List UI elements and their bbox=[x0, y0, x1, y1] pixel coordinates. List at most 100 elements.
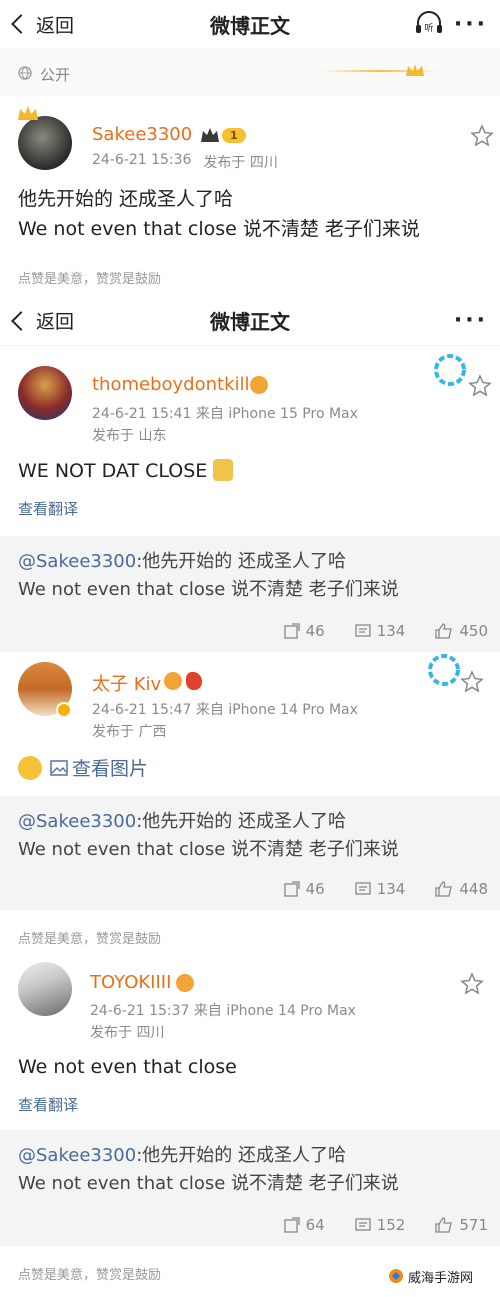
quote-line-2: We not even that close 说不清楚 老子们来说 bbox=[18, 579, 399, 600]
comment-count: 134 bbox=[376, 622, 406, 640]
headphone-icon: 听 bbox=[416, 11, 442, 34]
back-button[interactable]: 返回 bbox=[11, 11, 75, 38]
watermark-logo-icon bbox=[389, 1269, 403, 1283]
comment-footer-note: 点赞是美意，赞赏是鼓励 bbox=[18, 1268, 162, 1283]
like-button[interactable]: 571 bbox=[435, 1216, 488, 1234]
comment-button[interactable]: 134 bbox=[355, 622, 406, 640]
stats-bar: 46 134 450 bbox=[283, 622, 488, 640]
quote-line-2: We not even that close 说不清楚 老子们来说 bbox=[18, 839, 399, 860]
avatar[interactable] bbox=[18, 962, 72, 1016]
member-icon bbox=[164, 672, 182, 690]
watermark-text: 威海手游网 bbox=[408, 1270, 474, 1286]
crown-icon bbox=[406, 64, 424, 76]
quote-text: :他先开始的 还成圣人了哈 bbox=[136, 551, 346, 572]
comment-count: 134 bbox=[376, 880, 406, 898]
like-count: 571 bbox=[459, 1216, 488, 1234]
quote-line-1: @Sakee3300:他先开始的 还成圣人了哈 bbox=[18, 808, 346, 836]
star-icon[interactable] bbox=[468, 374, 492, 398]
visibility-label: 公开 bbox=[40, 66, 71, 84]
translate-link[interactable]: 查看翻译 bbox=[18, 498, 78, 519]
more-options-icon[interactable]: ··· bbox=[454, 308, 488, 333]
post-location: 发布于 四川 bbox=[203, 155, 278, 171]
translate-link[interactable]: 查看翻译 bbox=[18, 1094, 78, 1115]
flame-icon bbox=[186, 672, 202, 690]
quote-line-2: We not even that close 说不清楚 老子们来说 bbox=[18, 1173, 399, 1194]
comment-icon bbox=[355, 624, 371, 637]
avatar[interactable] bbox=[18, 366, 72, 420]
member-icon bbox=[250, 376, 268, 394]
decor-ring-icon bbox=[428, 654, 460, 686]
mention-link[interactable]: @Sakee3300 bbox=[18, 811, 136, 832]
thumbs-up-icon bbox=[435, 1217, 453, 1233]
mention-link[interactable]: @Sakee3300 bbox=[18, 1145, 136, 1166]
view-image-link[interactable]: 查看图片 bbox=[50, 754, 148, 781]
star-icon[interactable] bbox=[460, 972, 484, 996]
visibility-row: 公开 bbox=[0, 48, 500, 96]
comment-text: We not even that close bbox=[18, 1056, 237, 1078]
username[interactable]: 太子 Kiv bbox=[92, 670, 161, 696]
quoted-post[interactable]: @Sakee3300:他先开始的 还成圣人了哈 We not even that… bbox=[0, 796, 500, 910]
stats-bar: 46 134 448 bbox=[283, 880, 488, 898]
star-icon[interactable] bbox=[460, 670, 484, 694]
quote-line-1: @Sakee3300:他先开始的 还成圣人了哈 bbox=[18, 548, 346, 576]
comment-footer-note: 点赞是美意，赞赏是鼓励 bbox=[18, 932, 162, 947]
second-nav-bar: 返回 微博正文 ··· bbox=[0, 296, 500, 346]
quote-text: :他先开始的 还成圣人了哈 bbox=[136, 1145, 346, 1166]
repost-count: 64 bbox=[305, 1216, 325, 1234]
comment-location: 发布于 四川 bbox=[90, 1025, 165, 1041]
globe-icon bbox=[18, 66, 32, 80]
quote-text: :他先开始的 还成圣人了哈 bbox=[136, 811, 346, 832]
back-button-2[interactable]: 返回 bbox=[11, 307, 75, 334]
like-button[interactable]: 448 bbox=[435, 880, 488, 898]
top-nav-bar: 返回 微博正文 听 ··· bbox=[0, 0, 500, 48]
repost-button[interactable]: 64 bbox=[283, 1216, 325, 1234]
post-text-line-2: We not even that close 说不清楚 老子们来说 bbox=[18, 218, 420, 240]
verified-badge-icon bbox=[56, 702, 72, 718]
post-footer-note: 点赞是美意，赞赏是鼓励 bbox=[18, 272, 162, 287]
quoted-post[interactable]: @Sakee3300:他先开始的 还成圣人了哈 We not even that… bbox=[0, 1130, 500, 1246]
comment-button[interactable]: 134 bbox=[355, 880, 406, 898]
thumbs-up-icon bbox=[435, 623, 453, 639]
repost-icon bbox=[283, 1217, 300, 1233]
username[interactable]: TOYOKIIII bbox=[90, 972, 171, 993]
username[interactable]: Sakee3300 bbox=[92, 124, 192, 145]
listen-button[interactable]: 听 bbox=[414, 11, 444, 37]
back-label-2: 返回 bbox=[36, 311, 75, 333]
repost-count: 46 bbox=[305, 880, 325, 898]
image-icon bbox=[50, 759, 68, 776]
emoji-icon bbox=[213, 459, 234, 481]
comment-icon bbox=[355, 882, 371, 895]
comment-location: 发布于 广西 bbox=[92, 724, 167, 740]
crown-icon bbox=[18, 106, 38, 120]
member-badge: 1 bbox=[200, 126, 246, 144]
more-options-icon[interactable]: ··· bbox=[454, 12, 488, 37]
star-icon[interactable] bbox=[470, 124, 494, 148]
comment-text-value: WE NOT DAT CLOSE bbox=[18, 460, 208, 482]
like-button[interactable]: 450 bbox=[435, 622, 488, 640]
comment-button[interactable]: 152 bbox=[355, 1216, 405, 1234]
post-text-line-1: 他先开始的 还成圣人了哈 bbox=[18, 188, 234, 210]
repost-button[interactable]: 46 bbox=[283, 880, 325, 898]
avatar[interactable] bbox=[18, 116, 72, 170]
repost-icon bbox=[283, 881, 300, 897]
repost-icon bbox=[283, 623, 300, 639]
image-link-row: 查看图片 bbox=[18, 754, 148, 781]
like-count: 450 bbox=[459, 622, 488, 640]
member-icon bbox=[176, 974, 194, 992]
comment-text: WE NOT DAT CLOSE bbox=[18, 458, 234, 486]
site-watermark: 威海手游网 bbox=[380, 1261, 486, 1291]
mention-link[interactable]: @Sakee3300 bbox=[18, 551, 136, 572]
username[interactable]: thomeboydontkill bbox=[92, 374, 250, 395]
back-label: 返回 bbox=[36, 14, 75, 37]
repost-count: 46 bbox=[305, 622, 325, 640]
post-time: 24-6-21 15:36 bbox=[92, 152, 192, 168]
quoted-post[interactable]: @Sakee3300:他先开始的 还成圣人了哈 We not even that… bbox=[0, 536, 500, 652]
chevron-left-icon bbox=[11, 310, 31, 331]
stats-bar: 64 152 571 bbox=[283, 1216, 488, 1234]
repost-button[interactable]: 46 bbox=[283, 622, 325, 640]
post-meta: 24-6-21 15:36 发布于 四川 bbox=[92, 152, 278, 172]
chevron-left-icon bbox=[11, 14, 31, 34]
comment-icon bbox=[355, 1218, 371, 1231]
crown-badge-icon bbox=[201, 128, 219, 142]
decor-ring-icon bbox=[434, 354, 466, 386]
